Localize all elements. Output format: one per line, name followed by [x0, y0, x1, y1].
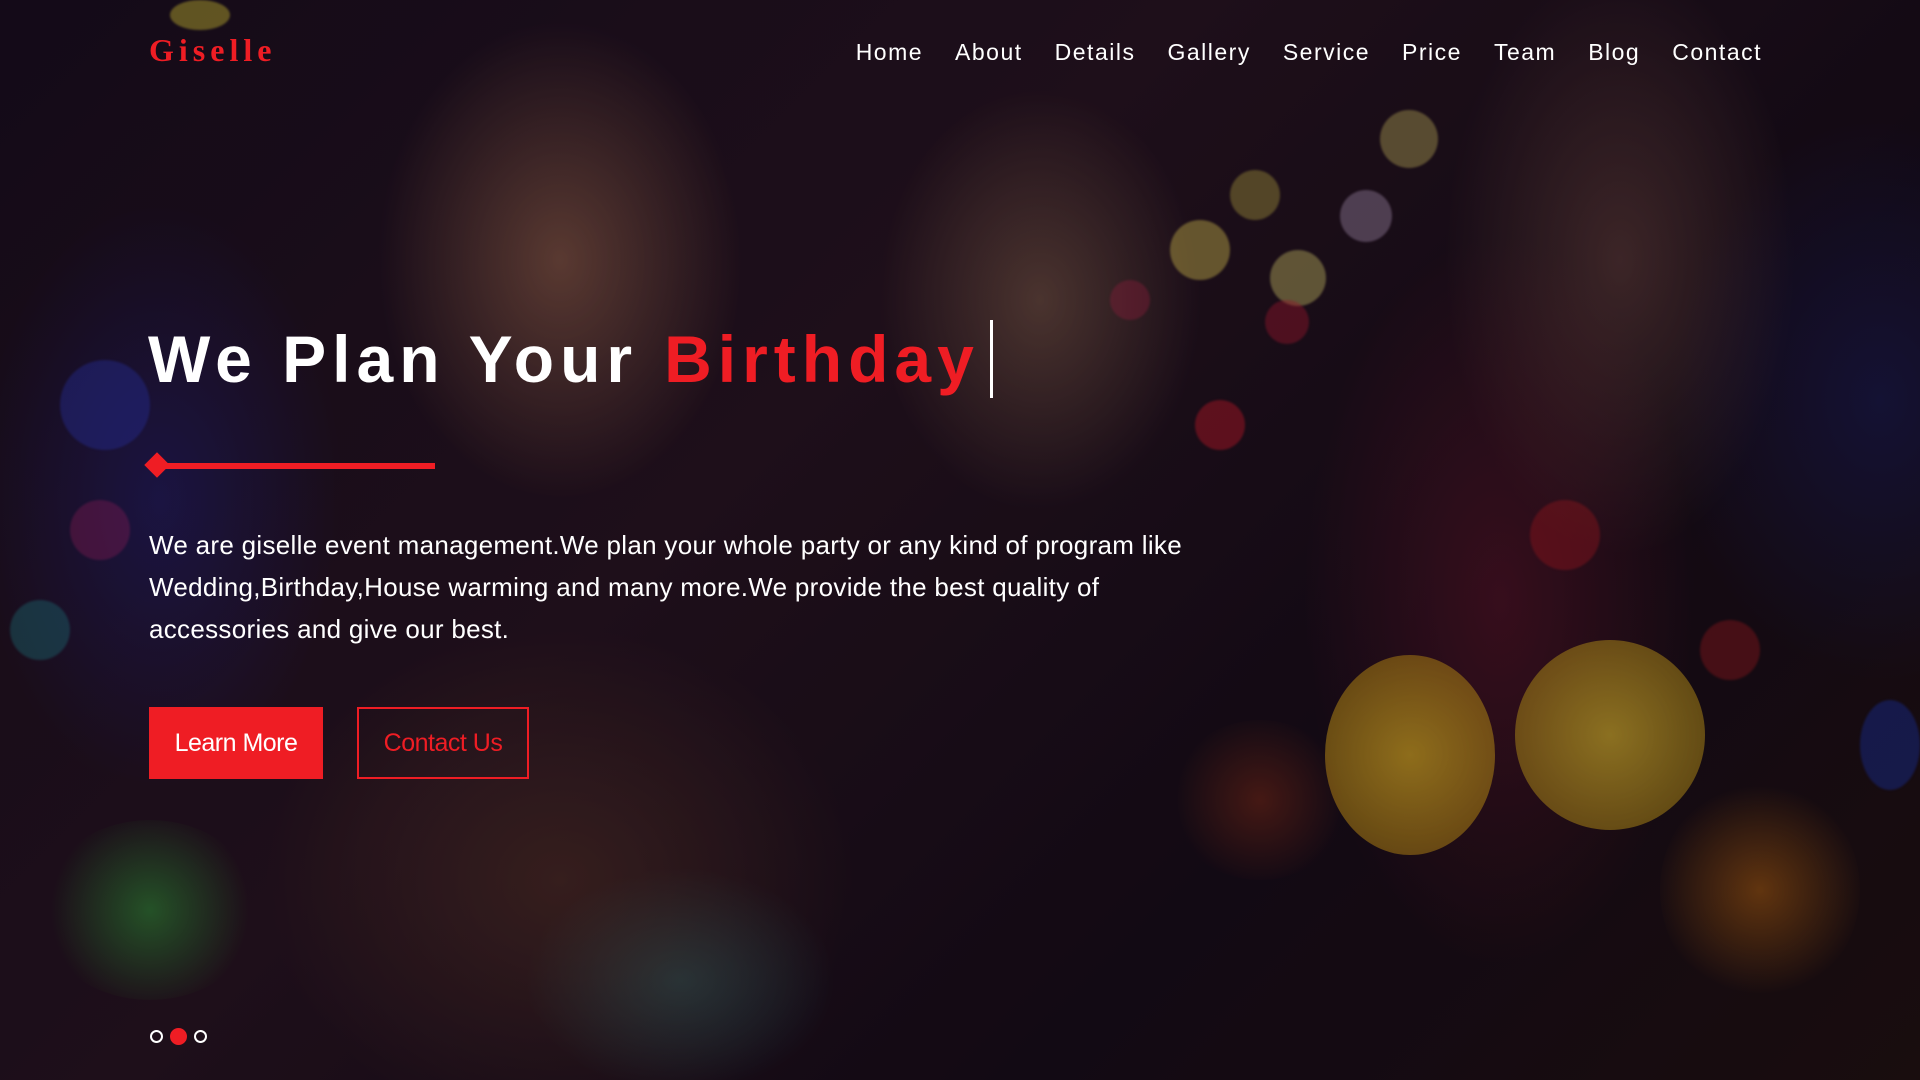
typing-cursor [989, 320, 993, 398]
nav-home[interactable]: Home [856, 39, 923, 66]
nav-team[interactable]: Team [1494, 39, 1556, 66]
diamond-icon [144, 452, 170, 478]
divider-line [159, 463, 435, 469]
nav-blog[interactable]: Blog [1588, 39, 1640, 66]
slider-dot-1[interactable] [150, 1030, 163, 1043]
slider-dot-2-active[interactable] [170, 1028, 187, 1045]
nav-about[interactable]: About [955, 39, 1023, 66]
learn-more-button[interactable]: Learn More [149, 707, 323, 779]
hero-description: We are giselle event management.We plan … [149, 530, 1182, 644]
nav-service[interactable]: Service [1283, 39, 1370, 66]
nav-price[interactable]: Price [1402, 39, 1462, 66]
nav-contact[interactable]: Contact [1672, 39, 1762, 66]
main-nav: Home About Details Gallery Service Price… [824, 39, 1762, 66]
contact-us-button[interactable]: Contact Us [357, 707, 529, 779]
nav-details[interactable]: Details [1055, 39, 1136, 66]
hero-headline: We Plan Your Birthday [148, 320, 993, 398]
slider-dot-3[interactable] [194, 1030, 207, 1043]
headline-prefix: We Plan Your [148, 322, 639, 396]
nav-gallery[interactable]: Gallery [1167, 39, 1250, 66]
brand-logo[interactable]: Giselle [149, 32, 276, 69]
headline-divider [144, 452, 435, 480]
slider-dots [150, 1028, 214, 1045]
headline-accent: Birthday [664, 322, 980, 396]
